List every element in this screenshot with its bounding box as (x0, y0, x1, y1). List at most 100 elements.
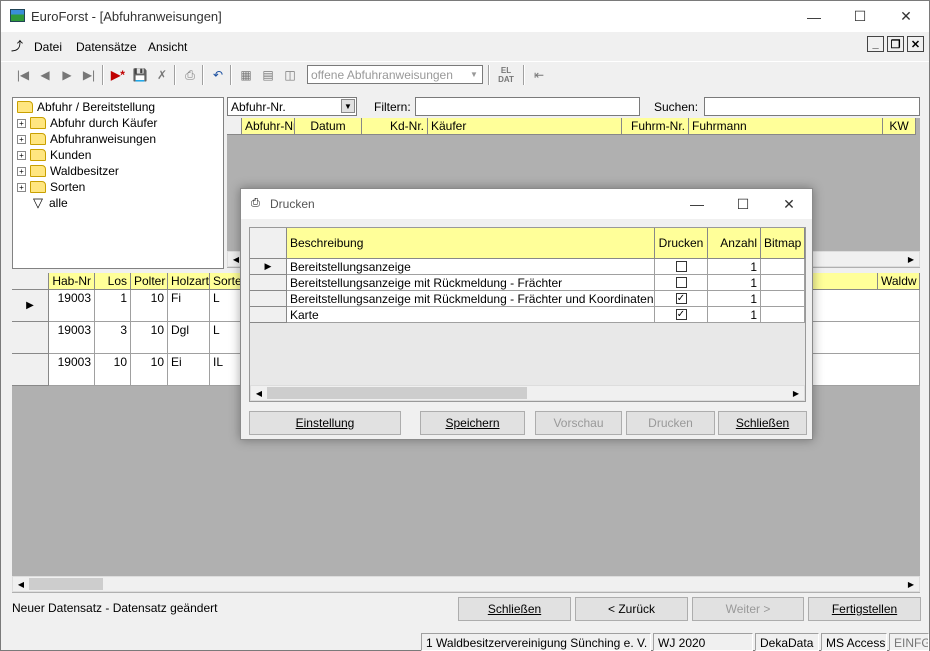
maximize-button[interactable]: ☐ (837, 1, 883, 32)
table-cell[interactable]: 10 (131, 290, 168, 322)
report-bitmap[interactable] (761, 275, 805, 291)
row-selector[interactable] (12, 354, 49, 386)
scroll-thumb[interactable] (29, 578, 103, 590)
expand-icon[interactable]: + (17, 118, 26, 128)
scroll-right-icon[interactable]: ▶ (788, 386, 804, 400)
col-header[interactable]: Bitmap (761, 228, 805, 259)
tree-item-filter[interactable]: ▽ alle (33, 195, 68, 211)
menu-ansicht[interactable]: Ansicht (148, 40, 187, 54)
close-dialog-button[interactable]: Schließen (718, 411, 807, 435)
print-checkbox[interactable]: ✓ (655, 291, 708, 307)
table-cell[interactable]: 3 (95, 322, 131, 354)
next-button[interactable]: Weiter > (692, 597, 804, 621)
print-checkbox[interactable] (655, 275, 708, 291)
minimize-button[interactable]: — (791, 1, 837, 32)
col-header[interactable]: Los (95, 273, 131, 290)
tree-item[interactable]: + Kunden (17, 147, 91, 163)
save-button[interactable]: Speichern (420, 411, 525, 435)
report-bitmap[interactable] (761, 259, 805, 275)
preview-button[interactable]: Vorschau (535, 411, 622, 435)
print-button[interactable]: Drucken (626, 411, 715, 435)
col-header[interactable]: Hab-Nr (49, 273, 95, 290)
filter-input[interactable] (415, 97, 640, 116)
print-checkbox[interactable] (655, 259, 708, 275)
mdi-minimize-button[interactable]: _ (867, 36, 884, 52)
first-record-icon[interactable]: |◀ (13, 65, 33, 85)
search-input[interactable] (704, 97, 920, 116)
col-header[interactable]: Kd-Nr. (362, 118, 428, 135)
dialog-maximize-button[interactable]: ☐ (720, 189, 766, 219)
next-record-icon[interactable]: ▶ (57, 65, 77, 85)
tree-item[interactable]: + Abfuhr durch Käufer (17, 115, 157, 131)
report-description[interactable]: Karte (287, 307, 655, 323)
scroll-right-icon[interactable]: ▶ (903, 252, 919, 266)
print-checkbox[interactable]: ✓ (655, 307, 708, 323)
expand-icon[interactable]: + (17, 182, 26, 192)
report-bitmap[interactable] (761, 307, 805, 323)
table-cell[interactable]: 10 (131, 354, 168, 386)
finish-button[interactable]: Fertigstellen (808, 597, 921, 621)
col-header[interactable]: Polter (131, 273, 168, 290)
close-button[interactable]: ✕ (883, 1, 929, 32)
table-cell[interactable]: Dgl (168, 322, 210, 354)
lower-grid-scrollbar[interactable]: ◀ ▶ (12, 576, 920, 592)
col-header[interactable]: Anzahl (708, 228, 761, 259)
view-combo[interactable]: offene Abfuhranweisungen ▼ (307, 65, 483, 84)
report-description[interactable]: Bereitstellungsanzeige mit Rückmeldung -… (287, 275, 655, 291)
col-header[interactable]: Holzart (168, 273, 210, 290)
menu-datensaetze[interactable]: Datensätze (76, 40, 137, 54)
row-selector[interactable] (250, 291, 287, 307)
scroll-thumb[interactable] (267, 387, 527, 399)
col-header[interactable]: Datum (295, 118, 362, 135)
report-bitmap[interactable] (761, 291, 805, 307)
expand-icon[interactable]: + (17, 166, 26, 176)
split-view-icon[interactable]: ◫ (280, 65, 300, 85)
table-cell[interactable]: 10 (95, 354, 131, 386)
report-grid-scrollbar[interactable]: ◀ ▶ (250, 385, 805, 401)
col-header[interactable]: KW (883, 118, 916, 135)
mdi-doc-icon[interactable]: ⤴ (11, 37, 29, 55)
table-cell[interactable]: Ei (168, 354, 210, 386)
col-header[interactable]: Fuhrm-Nr. (622, 118, 689, 135)
tree-item[interactable]: + Abfuhranweisungen (17, 131, 156, 147)
row-selector-current-icon[interactable]: ▶ (12, 290, 49, 322)
row-selector-current-icon[interactable]: ▶ (250, 259, 287, 275)
report-count[interactable]: 1 (708, 291, 761, 307)
report-count[interactable]: 1 (708, 259, 761, 275)
undo-icon[interactable]: ↶ (208, 65, 228, 85)
mdi-restore-button[interactable]: ❐ (887, 36, 904, 52)
col-header[interactable]: Abfuhr-Nr. (242, 118, 295, 135)
scroll-left-icon[interactable]: ◀ (13, 577, 29, 591)
col-header[interactable]: Käufer (428, 118, 622, 135)
report-description[interactable]: Bereitstellungsanzeige (287, 259, 655, 275)
table-cell[interactable]: 19003 (49, 290, 95, 322)
tree-item[interactable]: + Waldbesitzer (17, 163, 119, 179)
close-wizard-button[interactable]: Schließen (458, 597, 571, 621)
report-count[interactable]: 1 (708, 307, 761, 323)
menu-datei[interactable]: Datei (34, 40, 62, 54)
report-count[interactable]: 1 (708, 275, 761, 291)
mdi-close-button[interactable]: ✕ (907, 36, 924, 52)
table-cell[interactable]: 10 (131, 322, 168, 354)
dialog-close-button[interactable]: ✕ (766, 189, 812, 219)
row-selector[interactable] (250, 307, 287, 323)
last-record-icon[interactable]: ▶| (79, 65, 99, 85)
eldat-icon[interactable]: EL DAT (495, 65, 517, 85)
table-cell[interactable]: 19003 (49, 322, 95, 354)
row-selector[interactable] (12, 322, 49, 354)
scroll-left-icon[interactable]: ◀ (251, 386, 267, 400)
expand-icon[interactable]: + (17, 134, 26, 144)
scroll-right-icon[interactable]: ▶ (903, 577, 919, 591)
row-selector[interactable] (250, 275, 287, 291)
new-record-icon[interactable]: ▶* (108, 65, 128, 85)
search-field-combo[interactable]: Abfuhr-Nr. ▼ (227, 97, 357, 116)
table-cell[interactable]: 19003 (49, 354, 95, 386)
table-cell[interactable]: 1 (95, 290, 131, 322)
dialog-minimize-button[interactable]: — (674, 189, 720, 219)
back-button[interactable]: < Zurück (575, 597, 688, 621)
prev-record-icon[interactable]: ◀ (35, 65, 55, 85)
save-icon[interactable]: 💾 (130, 65, 150, 85)
print-icon[interactable]: ⎙ (180, 65, 200, 85)
table-cell[interactable]: Fi (168, 290, 210, 322)
expand-icon[interactable]: + (17, 150, 26, 160)
